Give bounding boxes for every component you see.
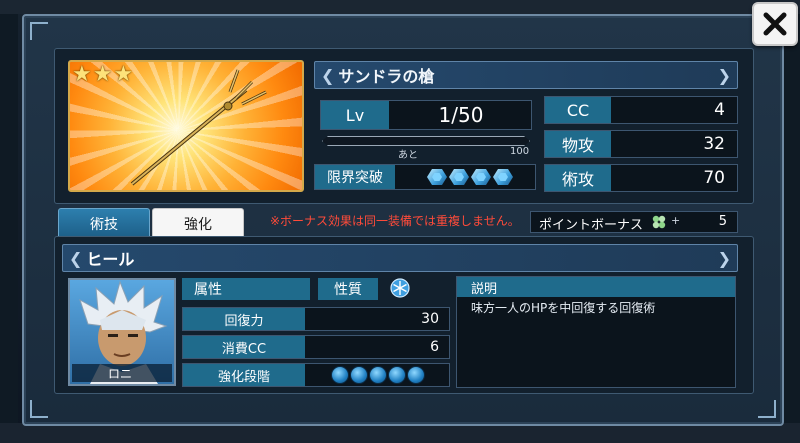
row-value: 6 — [430, 339, 439, 355]
description-box: 説明 味方一人のHPを中回復する回復術 — [456, 276, 736, 388]
stat-value: 70 — [703, 168, 725, 188]
snowflake-icon — [390, 278, 410, 298]
description-text: 味方一人のHPを中回復する回復術 — [471, 301, 656, 315]
weapon-name: サンドラの槍 — [338, 67, 435, 86]
chevron-left-icon: ❮ — [69, 248, 83, 268]
exp-track — [322, 136, 530, 146]
stat-label: CC — [545, 97, 611, 123]
enhancement-orbs — [331, 366, 425, 384]
limit-break-label: 限界突破 — [315, 165, 395, 189]
gem-core — [476, 173, 486, 181]
point-bonus-label: ポイントボーナス — [539, 218, 644, 233]
point-bonus-plus: + — [671, 214, 681, 227]
limit-break-gems — [427, 169, 513, 185]
weapon-card: ★ ★ ★ — [68, 60, 304, 192]
stat-magic-attack: 術攻 70 — [544, 164, 738, 192]
enhancement-orb-icon — [369, 366, 387, 384]
chevron-right-icon: ❯ — [717, 249, 731, 268]
stat-physical-attack: 物攻 32 — [544, 130, 738, 158]
rarity-star: ★ — [113, 62, 134, 87]
exp-gauge: あと 100 — [320, 134, 532, 161]
row-label: 回復力 — [183, 308, 305, 330]
weapon-name-bar: ❮ サンドラの槍 ❯ — [314, 61, 738, 89]
row-label: 消費CC — [183, 336, 305, 358]
frame-corner-ornament — [30, 22, 48, 40]
chevron-left-icon: ❮ — [321, 65, 335, 85]
nature-label: 性質 — [318, 278, 378, 300]
background-top-strip — [0, 0, 800, 14]
stat-label: 術攻 — [545, 165, 611, 191]
stat-label: 物攻 — [545, 131, 611, 157]
level-value: 1/50 — [438, 103, 484, 127]
enhancement-orb-icon — [388, 366, 406, 384]
limit-break-gem-icon — [471, 169, 491, 185]
background-left-strip — [0, 14, 18, 423]
point-bonus-box: ポイントボーナス + 5 — [530, 211, 738, 233]
row-label: 強化段階 — [183, 364, 305, 386]
character-portrait: ロニ — [68, 278, 176, 386]
close-icon — [763, 12, 787, 36]
stat-row-cc-cost: 消費CC 6 — [182, 335, 450, 359]
limit-break-gem-icon — [427, 169, 447, 185]
gem-core — [432, 173, 442, 181]
character-name: ロニ — [72, 364, 172, 382]
equipment-detail-screen: ★ ★ ★ ❮ サンドラの槍 ❯ Lv 1/50 あと 100 限界突破 CC … — [0, 0, 800, 443]
gem-core — [498, 173, 508, 181]
row-value: 30 — [421, 311, 439, 327]
skill-name-bar: ❮ ヒール ❯ — [62, 244, 738, 272]
stat-row-recovery: 回復力 30 — [182, 307, 450, 331]
enhancement-orb-icon — [407, 366, 425, 384]
stat-cc: CC 4 — [544, 96, 738, 124]
limit-break-gem-icon — [449, 169, 469, 185]
chevron-right-icon: ❯ — [717, 66, 731, 85]
exp-prefix: あと — [398, 150, 418, 161]
rarity-star: ★ — [72, 62, 92, 87]
stat-value: 32 — [703, 134, 725, 154]
point-bonus-value: 5 — [718, 214, 727, 229]
enhancement-orb-icon — [350, 366, 368, 384]
stat-value: 4 — [714, 100, 725, 120]
level-box: Lv 1/50 — [320, 100, 532, 130]
skill-name: ヒール — [86, 250, 135, 269]
rarity-stars: ★ ★ ★ — [72, 64, 133, 86]
stat-row-enhance-level: 強化段階 — [182, 363, 450, 387]
enhancement-orb-icon — [331, 366, 349, 384]
gem-core — [454, 173, 464, 181]
limit-break-box: 限界突破 — [314, 164, 536, 190]
rarity-star: ★ — [92, 62, 113, 87]
close-button[interactable] — [752, 2, 798, 46]
bonus-warning: ※ボーナス効果は同一装備では重複しません。 — [270, 214, 520, 228]
description-label: 説明 — [457, 277, 735, 297]
level-label: Lv — [321, 101, 389, 129]
frame-corner-ornament — [30, 400, 48, 418]
frame-corner-ornament — [758, 400, 776, 418]
limit-break-gem-icon — [493, 169, 513, 185]
clover-icon — [652, 215, 666, 229]
background-right-strip — [784, 14, 800, 423]
exp-remaining: 100 — [510, 146, 530, 157]
background-bottom-strip — [0, 423, 800, 443]
attribute-label: 属性 — [182, 278, 310, 300]
